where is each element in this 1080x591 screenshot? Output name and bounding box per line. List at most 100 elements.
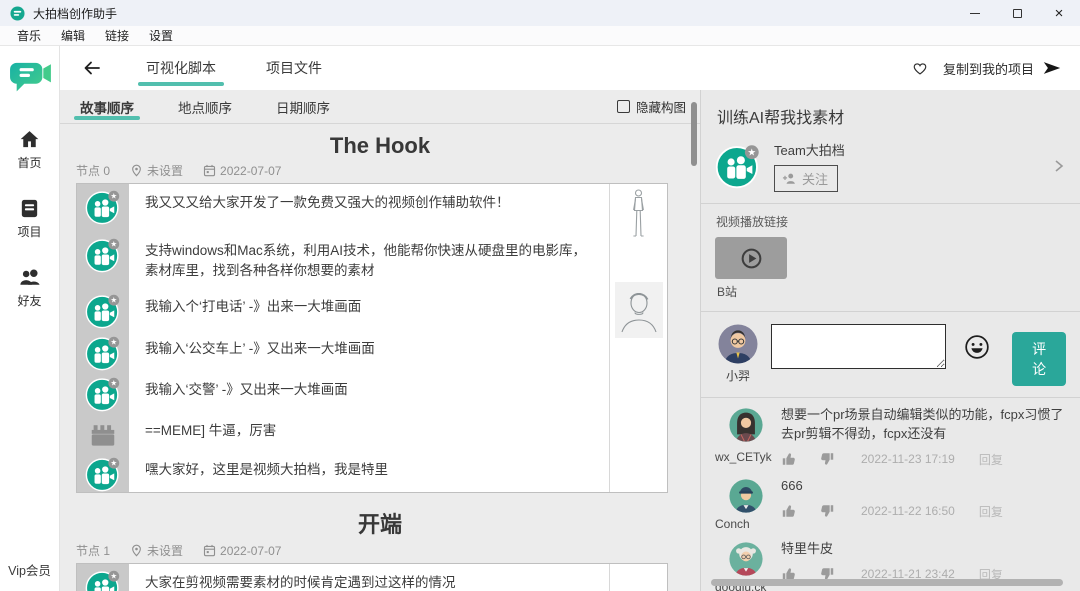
- line-avatar-cell: [77, 330, 129, 371]
- node-label: 节点 0: [76, 164, 111, 178]
- line-avatar-cell: [77, 232, 129, 288]
- comment-timestamp: 2022-11-22 16:50: [861, 504, 955, 519]
- thumb-down-icon[interactable]: [819, 451, 835, 467]
- line-avatar-cell: [77, 412, 129, 451]
- script-section: 开端 节点 1 未设置 2022-07-07 大家在剪视频需要素材的时候肯定遇到…: [60, 507, 700, 591]
- minimize-button[interactable]: [954, 0, 996, 26]
- chevron-right-icon[interactable]: [1052, 157, 1066, 175]
- back-arrow-icon: [82, 59, 102, 77]
- sidebar-item-label: 好友: [17, 294, 42, 308]
- section-title: 开端: [357, 512, 402, 537]
- reply-link[interactable]: 回复: [979, 451, 1003, 468]
- sidebar: 首页 项目 好友 Vip会员: [0, 46, 60, 591]
- send-icon: [1042, 58, 1062, 78]
- minimize-icon: [970, 12, 980, 14]
- thumb-down-icon[interactable]: [819, 503, 835, 519]
- sidebar-item-home[interactable]: 首页: [17, 128, 42, 171]
- tab-visual-script[interactable]: 可视化脚本: [138, 46, 224, 90]
- document-icon: [18, 197, 41, 220]
- commenter-avatar: [729, 542, 763, 576]
- line-text: 我输入‘交警’ -》又出来一大堆画面: [145, 382, 348, 397]
- hide-composition-checkbox[interactable]: [616, 100, 630, 113]
- script-line: 支持windows和Mac系统，利用AI技术，他能帮你快速从硬盘里的电影库，素材…: [77, 232, 667, 288]
- team-avatar-icon: [85, 335, 121, 371]
- commenter-avatar: [729, 479, 763, 513]
- favorite-heart-icon[interactable]: [911, 59, 929, 77]
- platform-label: B站: [717, 285, 738, 299]
- commenter-name: Conch: [715, 516, 750, 531]
- comment-input[interactable]: [771, 324, 947, 369]
- panel-title: 训练AI帮我找素材: [717, 110, 845, 127]
- composition-column: [609, 184, 667, 492]
- clapper-icon: [88, 421, 118, 451]
- app-window: 大拍档创作助手 × 音乐 编辑 链接 设置 首页 项目 好友 Vip会员 可视化…: [0, 0, 1080, 591]
- window-title: 大拍档创作助手: [33, 6, 118, 21]
- tab-project-files[interactable]: 项目文件: [266, 46, 322, 90]
- author-row: Team大拍档 关注: [715, 140, 1066, 192]
- window-controls: ×: [954, 0, 1080, 26]
- maximize-button[interactable]: [996, 0, 1038, 26]
- line-text: 我输入‘公交车上’ -》又出来一大堆画面: [145, 341, 375, 356]
- thumb-up-icon[interactable]: [781, 451, 797, 467]
- script-line: 我又又又给大家开发了一款免费又强大的视频创作辅助软件！: [77, 184, 667, 232]
- menu-link[interactable]: 链接: [96, 26, 138, 45]
- team-avatar-icon[interactable]: [715, 143, 761, 189]
- current-user-avatar: [718, 324, 758, 364]
- app-logo-icon: [9, 60, 51, 98]
- author-name: Team大拍档: [774, 143, 845, 158]
- comment-text: 666: [781, 477, 803, 493]
- line-text: 大家在剪视频需要素材的时候肯定遇到过这样的情况: [145, 575, 456, 590]
- video-thumbnail[interactable]: [715, 237, 787, 279]
- horizontal-scrollbar-thumb[interactable]: [711, 579, 1063, 586]
- menu-music[interactable]: 音乐: [8, 26, 50, 45]
- location-pin-icon: [130, 164, 143, 177]
- section-meta: 节点 0 未设置 2022-07-07: [76, 162, 700, 179]
- tab-location-order[interactable]: 地点顺序: [178, 90, 232, 123]
- calendar-icon: [203, 544, 216, 557]
- comment-text: 特里牛皮: [781, 540, 834, 556]
- tab-story-order[interactable]: 故事顺序: [74, 90, 140, 123]
- add-person-icon: [782, 171, 797, 186]
- close-button[interactable]: ×: [1038, 0, 1080, 26]
- page-header: 可视化脚本 项目文件 复制到我的项目: [60, 46, 1080, 90]
- divider: [701, 397, 1080, 398]
- calendar-icon: [203, 164, 216, 177]
- vip-member-link[interactable]: Vip会员: [8, 560, 51, 579]
- sidebar-item-projects[interactable]: 项目: [17, 197, 42, 240]
- menu-bar: 音乐 编辑 链接 设置: [0, 26, 1080, 46]
- composition-sketch-standing-figure: [627, 188, 650, 244]
- divider: [701, 311, 1080, 312]
- follow-button[interactable]: 关注: [774, 165, 839, 192]
- location-value: 未设置: [147, 164, 184, 178]
- vertical-scrollbar-thumb[interactable]: [691, 102, 697, 166]
- commenter-avatar: [729, 408, 763, 442]
- line-avatar-cell: [77, 288, 129, 330]
- line-text: 我又又又给大家开发了一款免费又强大的视频创作辅助软件！: [145, 195, 510, 210]
- comment-timestamp: 2022-11-23 17:19: [861, 452, 955, 467]
- comments-list: 想要一个pr场景自动编辑类似的功能，fcpx习惯了去pr剪辑不得劲，fcpx还没…: [715, 406, 1066, 591]
- comment-submit-button[interactable]: 评论: [1012, 332, 1066, 386]
- back-button[interactable]: [82, 57, 104, 79]
- menu-edit[interactable]: 编辑: [52, 26, 94, 45]
- copy-label: 复制到我的项目: [942, 61, 1034, 77]
- emoji-smiley-icon[interactable]: [964, 334, 990, 360]
- composition-sketch-portrait: [615, 282, 663, 338]
- tab-date-order[interactable]: 日期顺序: [276, 90, 330, 123]
- script-line: 嘿大家好，这里是视频大拍档，我是特里: [77, 451, 667, 492]
- current-user-name: 小羿: [725, 369, 750, 383]
- team-avatar-icon: [85, 189, 121, 225]
- order-tabs-row: 故事顺序 地点顺序 日期顺序 隐藏构图: [60, 90, 700, 124]
- comment-item: 666 2022-11-22 16:50 回复 Conch: [715, 477, 1066, 531]
- copy-to-my-projects-button[interactable]: 复制到我的项目: [943, 58, 1062, 78]
- menu-settings[interactable]: 设置: [140, 26, 182, 45]
- sidebar-item-friends[interactable]: 好友: [17, 266, 42, 309]
- thumb-up-icon[interactable]: [781, 503, 797, 519]
- video-links-label: 视频播放链接: [716, 215, 789, 229]
- script-lines-box: 大家在剪视频需要素材的时候肯定遇到过这样的情况: [76, 563, 668, 591]
- comment-compose-row: 小羿 评论: [715, 324, 1066, 386]
- reply-link[interactable]: 回复: [979, 503, 1003, 520]
- composition-column: [609, 564, 667, 591]
- header-actions: 复制到我的项目: [911, 58, 1062, 78]
- team-avatar-icon: [85, 293, 121, 329]
- team-avatar-icon: [85, 237, 121, 273]
